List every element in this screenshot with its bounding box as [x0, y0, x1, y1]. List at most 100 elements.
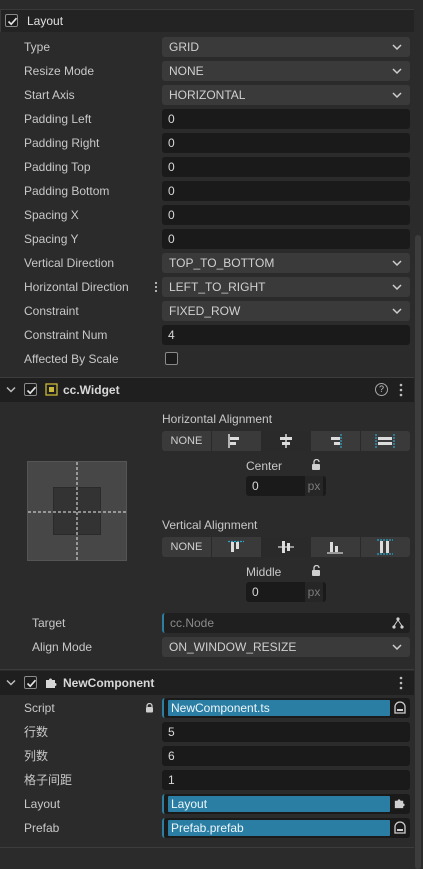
center-offset-value: 0 [252, 479, 259, 493]
affected-by-scale-label: Affected By Scale [24, 352, 119, 366]
spacing-y-label: Spacing Y [24, 232, 79, 246]
prefab-label: Prefab [24, 821, 60, 835]
layout-enabled-checkbox[interactable] [5, 14, 18, 27]
padding-bottom-input[interactable]: 0 [162, 181, 410, 201]
node-picker-icon[interactable] [392, 617, 404, 629]
v-align-stretch-button[interactable] [361, 537, 410, 557]
more-icon[interactable] [398, 383, 404, 397]
constraint-select[interactable]: FIXED_ROW [162, 301, 410, 321]
widget-enabled-checkbox[interactable] [24, 383, 37, 396]
puzzle-icon [46, 678, 57, 688]
v-align-bottom-button[interactable] [311, 537, 362, 557]
padding-right-label: Padding Right [24, 136, 100, 150]
spacing-y-input[interactable]: 0 [162, 229, 410, 249]
rows-label: 行数 [24, 725, 49, 739]
target-node-value: cc.Node [170, 616, 215, 630]
target-label: Target [32, 616, 66, 630]
script-asset-value: NewComponent.ts [168, 700, 390, 716]
newcomponent-enabled-checkbox[interactable] [24, 676, 37, 689]
check-icon [26, 679, 37, 688]
horizontal-direction-label: Horizontal Direction [24, 280, 129, 294]
chevron-down-icon [392, 284, 402, 291]
h-align-stretch-button[interactable] [361, 431, 410, 451]
v-align-top-button[interactable] [212, 537, 262, 557]
chevron-down-icon[interactable] [6, 679, 16, 687]
align-bottom-icon [327, 542, 344, 554]
target-node-field[interactable]: cc.Node [162, 613, 410, 633]
layout-title: Layout [27, 14, 64, 28]
spacing-x-input[interactable]: 0 [162, 205, 410, 225]
padding-top-label: Padding Top [24, 160, 91, 174]
grid-spacing-label: 格子间距 [24, 773, 73, 787]
scrollbar-thumb[interactable] [415, 235, 421, 869]
grid-spacing-input[interactable]: 1 [162, 770, 410, 790]
align-stretch-h-icon [375, 434, 395, 448]
alignment-preview[interactable] [27, 461, 128, 562]
chevron-down-icon [392, 260, 402, 267]
middle-label: Middle [246, 565, 282, 579]
h-align-none-button[interactable]: NONE [162, 431, 212, 451]
start-axis-select[interactable]: HORIZONTAL [162, 85, 410, 105]
padding-left-label: Padding Left [24, 112, 92, 126]
align-mode-select[interactable]: ON_WINDOW_RESIZE [162, 637, 410, 657]
h-align-left-button[interactable] [212, 431, 262, 451]
v-align-none-button[interactable]: NONE [162, 537, 212, 557]
horizontal-direction-value: LEFT_TO_RIGHT [169, 280, 266, 294]
unlock-icon[interactable] [311, 459, 322, 471]
chevron-down-icon[interactable] [6, 386, 16, 394]
align-right-icon [331, 434, 342, 448]
constraint-num-input[interactable]: 4 [162, 325, 410, 345]
lock-icon [146, 703, 153, 713]
constraint-value: FIXED_ROW [169, 304, 241, 318]
layout-component-header[interactable]: Layout [0, 9, 414, 32]
start-axis-label: Start Axis [24, 88, 75, 102]
resize-mode-label: Resize Mode [24, 64, 95, 78]
h-align-center-button[interactable] [261, 431, 312, 451]
more-icon[interactable] [398, 676, 404, 690]
type-select[interactable]: GRID [162, 37, 410, 57]
affected-by-scale-checkbox[interactable] [165, 352, 178, 365]
align-stretch-v-icon [377, 539, 394, 555]
chevron-down-icon [392, 644, 402, 651]
divider [0, 847, 414, 848]
widget-title: cc.Widget [63, 383, 120, 397]
h-align-right-button[interactable] [311, 431, 362, 451]
constraint-num-label: Constraint Num [24, 328, 108, 342]
vertical-alignment-label: Vertical Alignment [162, 518, 258, 532]
vertical-direction-value: TOP_TO_BOTTOM [169, 256, 275, 270]
vertical-alignment-segment[interactable]: NONE [162, 537, 410, 557]
check-icon [7, 17, 18, 26]
help-icon[interactable]: ? [375, 383, 388, 396]
rows-input[interactable]: 5 [162, 722, 410, 742]
prefab-asset-field[interactable]: Prefab.prefab [162, 818, 410, 838]
cols-label: 列数 [24, 749, 49, 763]
padding-right-input[interactable]: 0 [162, 133, 410, 153]
horizontal-direction-select[interactable]: LEFT_TO_RIGHT [162, 277, 410, 297]
asset-folder-icon[interactable] [394, 701, 406, 714]
component-picker-icon[interactable] [393, 797, 406, 810]
unlock-icon[interactable] [311, 565, 322, 577]
center-offset-input[interactable]: 0 px [246, 476, 326, 496]
padding-left-input[interactable]: 0 [162, 109, 410, 129]
middle-offset-input[interactable]: 0 px [246, 582, 326, 602]
layout-ref-field[interactable]: Layout [162, 794, 410, 814]
drag-handle-icon[interactable] [154, 281, 158, 296]
widget-component-header[interactable]: cc.Widget ? [0, 378, 414, 402]
horizontal-alignment-segment[interactable]: NONE [162, 431, 410, 451]
padding-bottom-label: Padding Bottom [24, 184, 110, 198]
newcomponent-header[interactable]: NewComponent [0, 671, 414, 695]
layout-ref-value: Layout [168, 796, 390, 812]
spacing-x-label: Spacing X [24, 208, 79, 222]
check-icon [26, 386, 37, 395]
v-align-middle-button[interactable] [261, 537, 312, 557]
asset-folder-icon[interactable] [394, 821, 406, 834]
resize-mode-value: NONE [169, 64, 204, 78]
padding-top-input[interactable]: 0 [162, 157, 410, 177]
vertical-direction-select[interactable]: TOP_TO_BOTTOM [162, 253, 410, 273]
cols-input[interactable]: 6 [162, 746, 410, 766]
center-unit: px [305, 476, 323, 496]
vertical-direction-label: Vertical Direction [24, 256, 115, 270]
resize-mode-select[interactable]: NONE [162, 61, 410, 81]
newcomponent-title: NewComponent [63, 676, 155, 690]
script-asset-field[interactable]: NewComponent.ts [162, 698, 410, 718]
